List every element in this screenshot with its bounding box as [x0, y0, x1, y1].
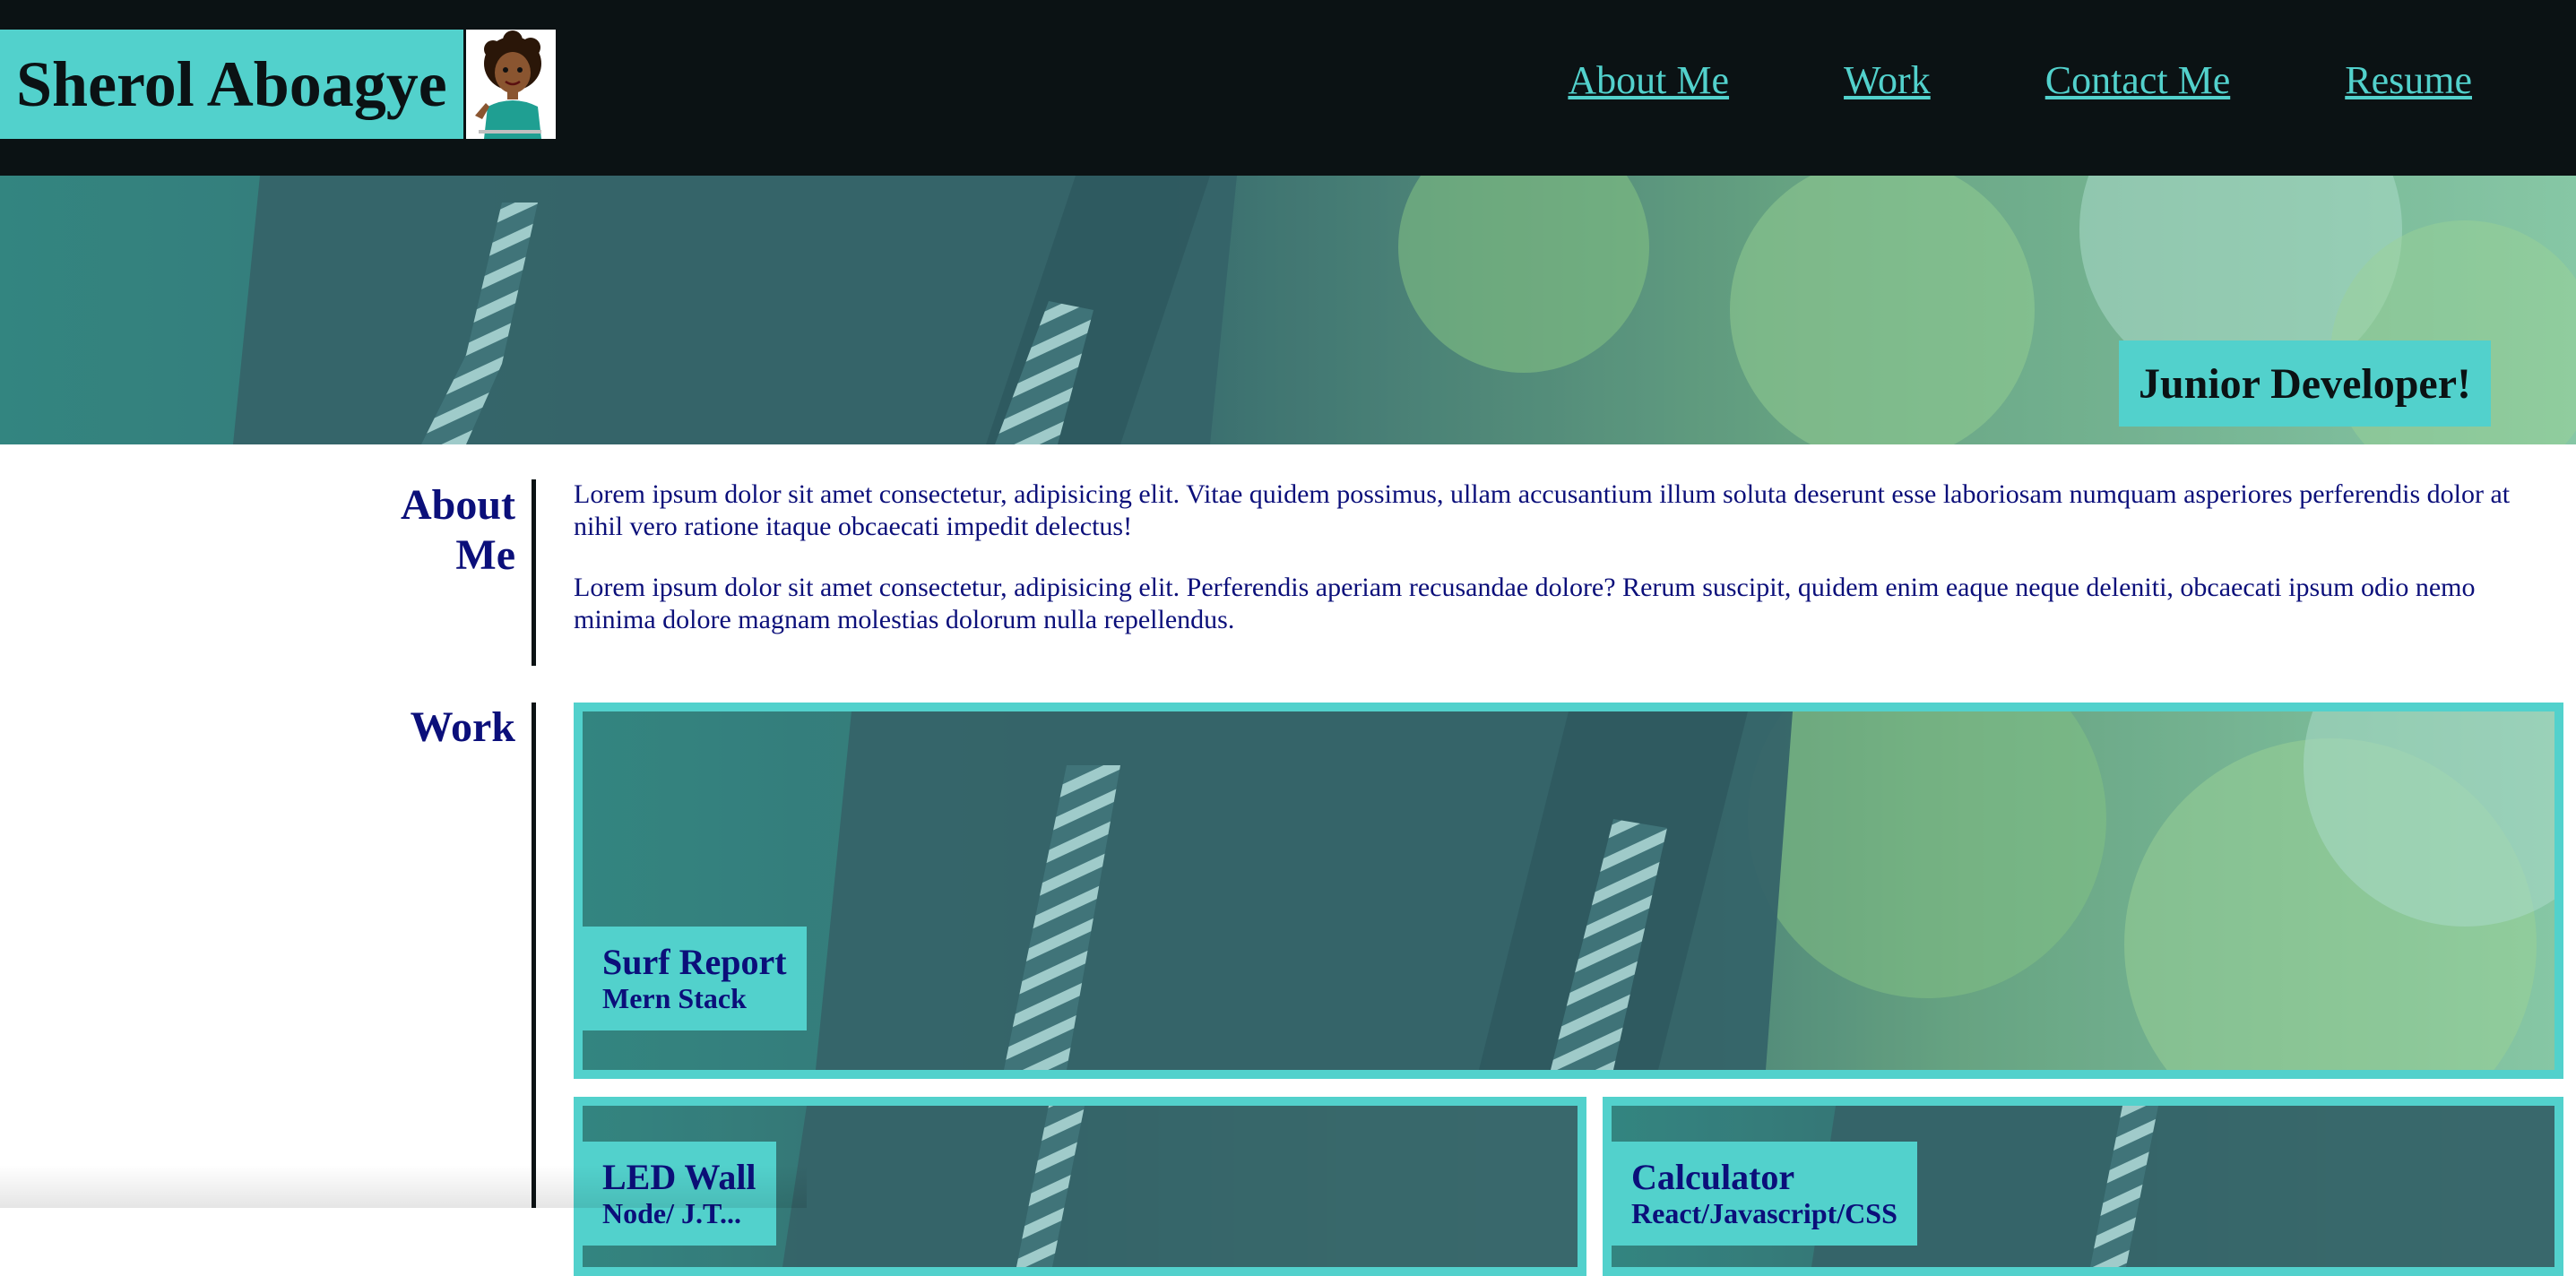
work-divider	[532, 703, 536, 1208]
site-header: Sherol Aboagye About Me Work Contact Me …	[0, 0, 2576, 176]
hero-banner: Junior Developer!	[0, 176, 2576, 444]
project-background-image	[583, 711, 2554, 1070]
nav-link-about-me[interactable]: About Me	[1568, 57, 1729, 103]
about-divider	[532, 479, 536, 666]
project-subtitle: Mern Stack	[602, 982, 747, 1014]
brand-name-block[interactable]: Sherol Aboagye	[0, 30, 463, 139]
project-title: Calculator	[1631, 1157, 1795, 1197]
project-label: Surf Report Mern Stack	[583, 927, 807, 1030]
project-subtitle: React/Javascript/CSS	[1631, 1197, 1897, 1229]
project-label: Calculator React/Javascript/CSS	[1612, 1142, 1917, 1246]
avatar	[466, 30, 556, 139]
nav-link-work[interactable]: Work	[1844, 57, 1931, 103]
about-title-line2: Me	[455, 531, 515, 579]
project-card-image: LED Wall Node/ J.T...	[583, 1106, 1578, 1267]
project-card-surf-report[interactable]: Surf Report Mern Stack	[574, 703, 2563, 1079]
project-card-image: Surf Report Mern Stack	[583, 711, 2554, 1070]
project-card-image: Calculator React/Javascript/CSS	[1612, 1106, 2554, 1267]
nav-link-contact-me[interactable]: Contact Me	[2045, 57, 2231, 103]
main-nav: About Me Work Contact Me Resume	[1568, 57, 2472, 103]
project-title: LED Wall	[602, 1157, 756, 1197]
about-paragraph-2: Lorem ipsum dolor sit amet consectetur, …	[574, 573, 2476, 634]
about-title-line1: About	[400, 481, 515, 529]
project-card-calculator[interactable]: Calculator React/Javascript/CSS	[1603, 1097, 2563, 1276]
project-title: Surf Report	[602, 942, 787, 982]
site-title: Sherol Aboagye	[16, 47, 447, 120]
project-label: LED Wall Node/ J.T...	[583, 1142, 776, 1246]
project-card-led-wall[interactable]: LED Wall Node/ J.T...	[574, 1097, 1586, 1276]
project-subtitle: Node/ J.T...	[602, 1197, 741, 1229]
about-section-title: About Me	[359, 480, 515, 581]
cartoon-woman-avatar-icon	[466, 30, 556, 139]
about-paragraph-1: Lorem ipsum dolor sit amet consectetur, …	[574, 479, 2511, 541]
work-section-title: Work	[410, 703, 515, 751]
nav-link-resume[interactable]: Resume	[2345, 57, 2472, 103]
about-text: Lorem ipsum dolor sit amet consectetur, …	[574, 478, 2546, 665]
hero-tagline: Junior Developer!	[2118, 341, 2491, 427]
